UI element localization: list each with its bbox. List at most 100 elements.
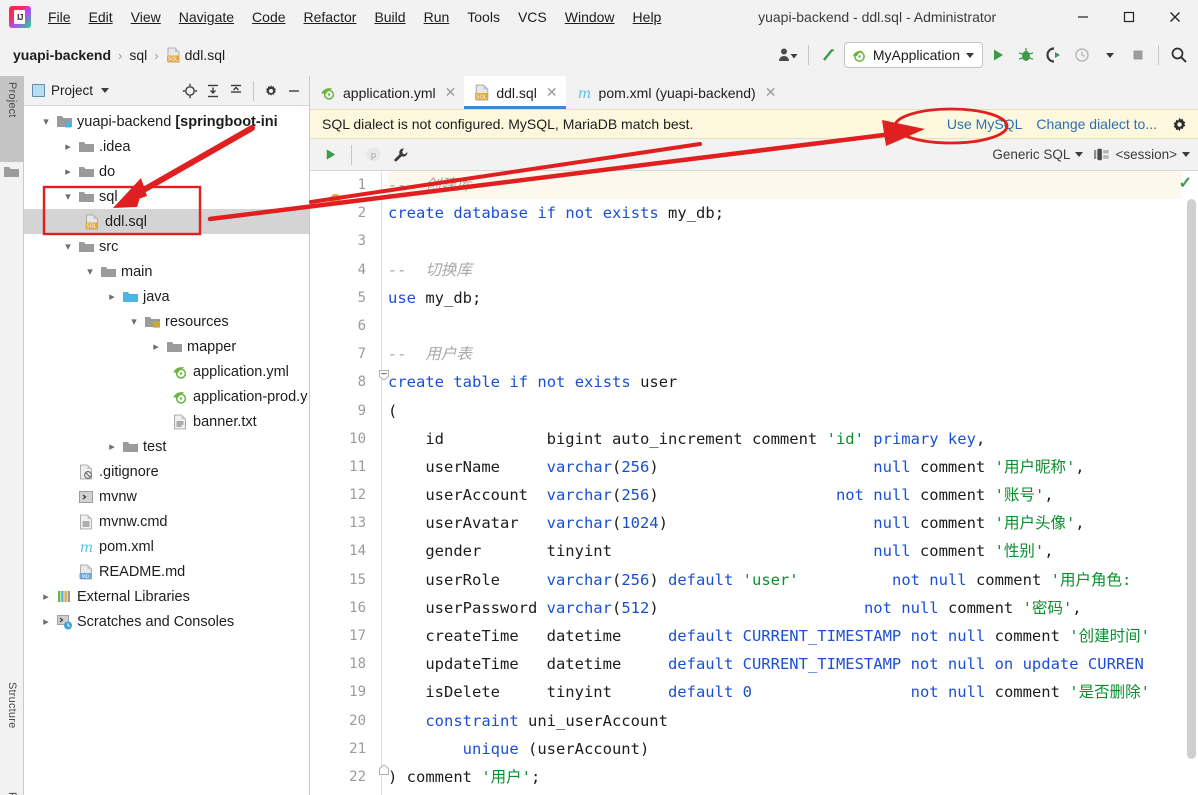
menu-tools[interactable]: Tools [458, 6, 509, 28]
chevron-down-icon[interactable]: ▾ [60, 184, 76, 209]
menu-file[interactable]: File [39, 6, 80, 28]
collapse-all-icon [231, 84, 241, 93]
line-number: 21 [349, 740, 366, 757]
line-number: 2 [357, 205, 366, 222]
tree-item-main[interactable]: ▾ main [24, 259, 309, 284]
change-dialect-link[interactable]: Change dialect to... [1036, 116, 1157, 132]
editor-area: application.yml ✕ SQL ddl.sql ✕ m pom.xm… [310, 76, 1198, 795]
tree-item-resources[interactable]: ▾ resources [24, 309, 309, 334]
tree-item-ddl-sql[interactable]: SQL ddl.sql [24, 209, 309, 234]
close-button[interactable] [1152, 0, 1198, 34]
tree-item-sql[interactable]: ▾ sql [24, 184, 309, 209]
inspection-status-icon[interactable]: ✓ [1179, 173, 1192, 193]
chevron-right-icon[interactable]: ▸ [104, 434, 120, 459]
editor-scrollbar[interactable] [1187, 199, 1196, 759]
chevron-right-icon[interactable]: ▸ [60, 134, 76, 159]
sidebar-item-structure[interactable]: Structure [0, 676, 24, 776]
hide-panel-button[interactable] [283, 80, 305, 102]
code-lines[interactable]: -- 创建库 create database if not exists my_… [388, 171, 1182, 795]
chevron-right-icon[interactable]: ▸ [60, 159, 76, 184]
expand-all-button[interactable] [202, 80, 224, 102]
tree-item-src[interactable]: ▾ src [24, 234, 309, 259]
maximize-button[interactable] [1106, 0, 1152, 34]
locate-button[interactable] [179, 80, 201, 102]
chevron-down-icon[interactable]: ▾ [38, 109, 54, 134]
tree-item-external-libraries[interactable]: ▸ External Libraries [24, 584, 309, 609]
tree-item-idea[interactable]: ▸ .idea [24, 134, 309, 159]
menu-run-label: Run [423, 9, 450, 25]
tree-item-mvnw-cmd[interactable]: mvnw.cmd [24, 509, 309, 534]
breadcrumb-sql[interactable]: sql [126, 45, 150, 65]
settings-button[interactable] [260, 80, 282, 102]
tree-item-test[interactable]: ▸ test [24, 434, 309, 459]
profiler-button[interactable] [1069, 42, 1095, 68]
run-configuration-selector[interactable]: MyApplication [843, 42, 983, 68]
run-query-icon [326, 149, 335, 160]
search-everywhere-button[interactable] [1166, 42, 1192, 68]
chevron-right-icon[interactable]: ▸ [148, 334, 164, 359]
collapse-all-button[interactable] [225, 80, 247, 102]
chevron-down-icon[interactable]: ▾ [82, 259, 98, 284]
tab-ddl-sql[interactable]: SQL ddl.sql ✕ [464, 76, 566, 109]
tree-item-mapper[interactable]: ▸ mapper [24, 334, 309, 359]
tree-item-doc[interactable]: ▸ do [24, 159, 309, 184]
tab-pom-xml[interactable]: m pom.xml (yuapi-backend) ✕ [566, 76, 785, 109]
breadcrumb-file[interactable]: SQL ddl.sql [163, 45, 228, 65]
menu-view[interactable]: View [122, 6, 170, 28]
menu-run[interactable]: Run [415, 6, 459, 28]
tab-application-yml[interactable]: application.yml ✕ [310, 76, 464, 109]
tab-close-icon[interactable]: ✕ [543, 84, 558, 101]
tree-item-java[interactable]: ▸ java [24, 284, 309, 309]
breadcrumb-project[interactable]: yuapi-backend [10, 45, 114, 65]
minimize-button[interactable] [1060, 0, 1106, 34]
stop-button[interactable] [1125, 42, 1151, 68]
chevron-down-icon[interactable]: ▾ [126, 309, 142, 334]
menu-navigate[interactable]: Navigate [170, 6, 243, 28]
console-settings-button[interactable] [389, 147, 413, 163]
tree-item-yuapi-backend[interactable]: ▾ yuapi-backend [springboot-ini [24, 109, 309, 134]
use-mysql-link[interactable]: Use MySQL [947, 116, 1022, 132]
sidebar-item-project[interactable]: Project [0, 76, 24, 162]
menu-code-label: Code [252, 9, 286, 25]
code-line-21: unique (userAccount) [462, 739, 650, 758]
menu-build[interactable]: Build [365, 6, 414, 28]
notification-settings-button[interactable] [1171, 116, 1188, 133]
chevron-right-icon[interactable]: ▸ [38, 609, 54, 634]
profiler-dropdown[interactable] [1097, 42, 1123, 68]
tree-item-application-yml[interactable]: application.yml [24, 359, 309, 384]
code-editor[interactable]: 1 2 3 4 5 6 7 8 9 10 11 12 13 14 15 16 1… [310, 171, 1198, 795]
run-query-button[interactable] [318, 147, 342, 162]
menu-window[interactable]: Window [556, 6, 624, 28]
run-with-coverage-button[interactable] [1041, 42, 1067, 68]
menu-refactor[interactable]: Refactor [295, 6, 366, 28]
param-toggle-button[interactable]: p [361, 146, 385, 163]
user-group-button[interactable] [775, 42, 801, 68]
tree-item-gitignore[interactable]: .gitignore [24, 459, 309, 484]
update-project-button[interactable] [816, 42, 842, 68]
spring-boot-icon [852, 50, 865, 62]
menu-help[interactable]: Help [624, 6, 671, 28]
line-number: 11 [349, 458, 366, 475]
sidebar-item-favorites[interactable]: Favorites [0, 786, 24, 795]
debug-button[interactable] [1013, 42, 1039, 68]
session-selector[interactable]: <session> [1093, 147, 1190, 162]
run-button[interactable] [985, 42, 1011, 68]
menu-vcs[interactable]: VCS [509, 6, 556, 28]
menu-edit[interactable]: Edit [80, 6, 122, 28]
tab-close-icon[interactable]: ✕ [442, 84, 457, 101]
tab-close-icon[interactable]: ✕ [762, 84, 777, 101]
chevron-right-icon[interactable]: ▸ [104, 284, 120, 309]
dialect-selector[interactable]: Generic SQL [992, 147, 1084, 162]
chevron-right-icon[interactable]: ▸ [38, 584, 54, 609]
tree-item-mvnw[interactable]: mvnw [24, 484, 309, 509]
project-tree: ▾ yuapi-backend [springboot-ini ▸ .idea … [24, 106, 309, 634]
tree-item-scratches-and-consoles[interactable]: ▸ Scratches and Consoles [24, 609, 309, 634]
tree-item-pom-xml[interactable]: m pom.xml [24, 534, 309, 559]
tree-item-application-prod-yml[interactable]: application-prod.y [24, 384, 309, 409]
chevron-down-icon[interactable] [101, 88, 110, 93]
tree-item-banner-txt[interactable]: banner.txt [24, 409, 309, 434]
menu-code[interactable]: Code [243, 6, 294, 28]
tree-item-readme-md[interactable]: MD README.md [24, 559, 309, 584]
chevron-down-icon[interactable]: ▾ [60, 234, 76, 259]
breakpoint-marker-icon[interactable] [330, 194, 341, 205]
